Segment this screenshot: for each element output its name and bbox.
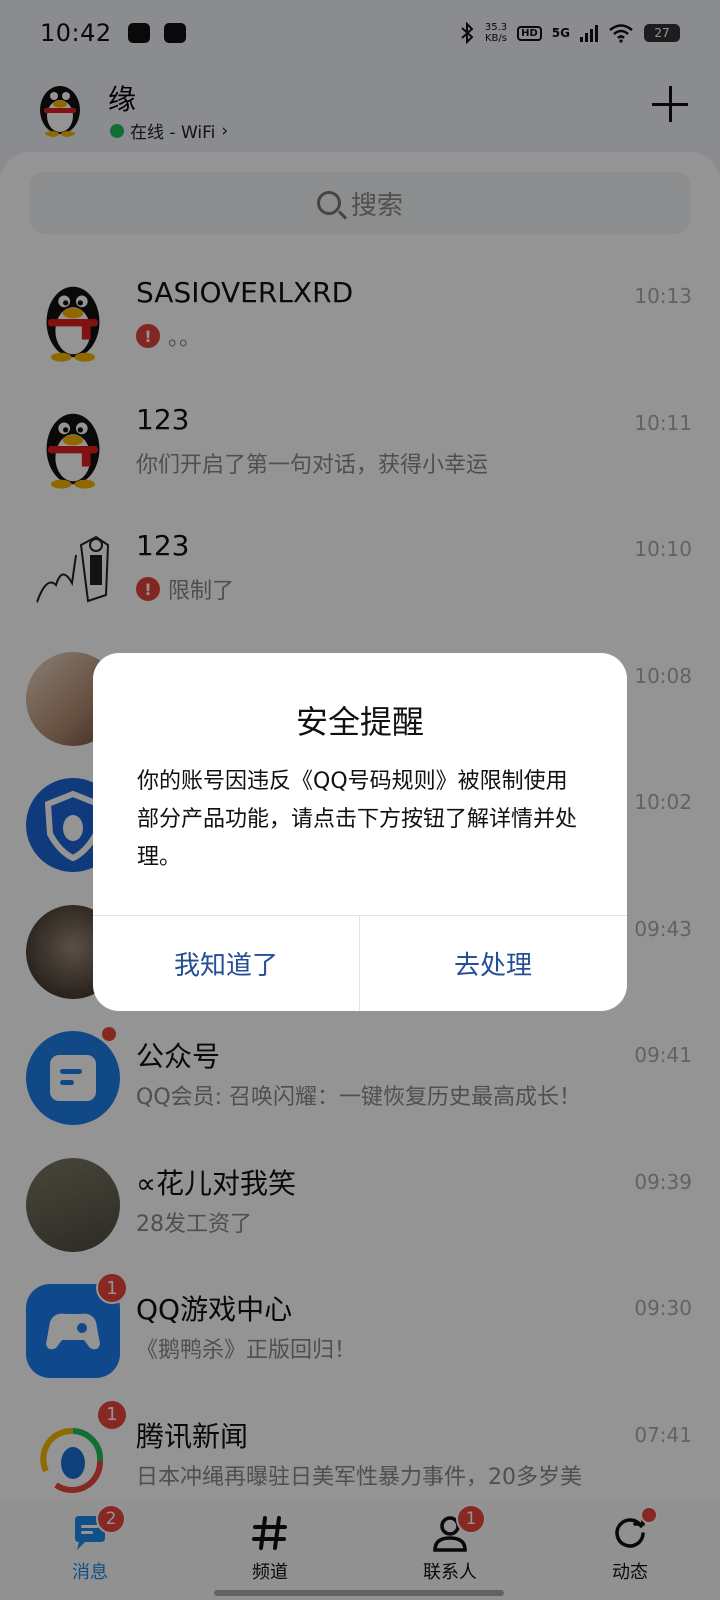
dialog-message: 你的账号因违反《QQ号码规则》被限制使用部分产品功能，请点击下方按钮了解详情并处…	[137, 769, 578, 870]
acknowledge-button[interactable]: 我知道了	[93, 916, 359, 1011]
security-alert-dialog: 安全提醒 你的账号因违反《QQ号码规则》被限制使用部分产品功能，请点击下方按钮了…	[93, 653, 627, 1011]
dialog-title: 安全提醒	[295, 703, 424, 741]
handle-button[interactable]: 去处理	[360, 916, 626, 1011]
